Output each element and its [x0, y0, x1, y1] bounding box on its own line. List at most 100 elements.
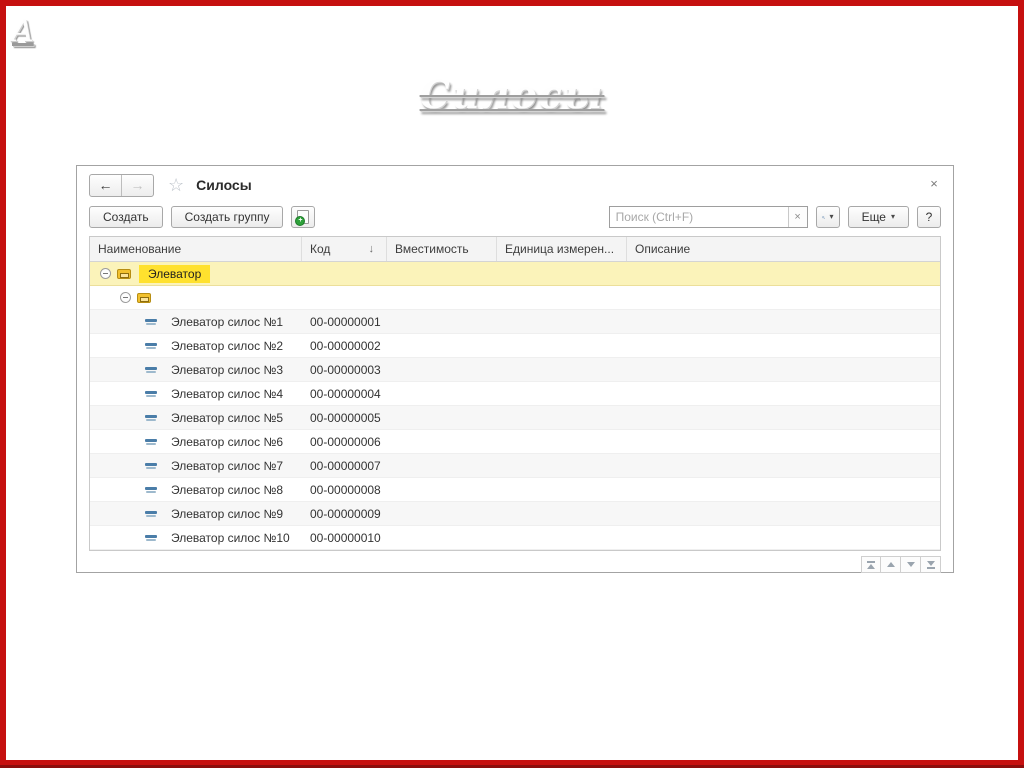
table-row[interactable]: Элеватор силос №2 00-00000002: [90, 334, 940, 358]
window-titlebar: ← → ☆ Силосы ×: [77, 166, 953, 204]
window-title: Силосы: [196, 177, 252, 193]
favorite-star-icon[interactable]: ☆: [168, 176, 184, 194]
list-footer: [77, 551, 953, 573]
create-button[interactable]: Создать: [89, 206, 163, 228]
catalog-item-icon: [145, 438, 157, 446]
name-cell: Элеватор силос №5: [90, 406, 302, 429]
description-cell: [627, 526, 940, 549]
close-icon: ×: [930, 175, 938, 191]
slide-title: Силосы: [419, 72, 605, 117]
catalog-item-icon: [145, 318, 157, 326]
go-to-last-button[interactable]: [921, 556, 941, 573]
description-cell: [627, 310, 940, 333]
code-cell: 00-00000005: [310, 410, 381, 425]
forward-button[interactable]: →: [121, 174, 153, 196]
table-row[interactable]: [90, 286, 940, 310]
table-row[interactable]: Элеватор силос №8 00-00000008: [90, 478, 940, 502]
name-cell: Элеватор силос №8: [90, 478, 302, 501]
name-cell: Элеватор силос №10: [90, 526, 302, 549]
table-row[interactable]: Элеватор силос №6 00-00000006: [90, 430, 940, 454]
unit-cell: [497, 334, 627, 357]
column-header-1[interactable]: Наименование: [90, 237, 302, 261]
triangle-up-icon: [867, 563, 875, 569]
copy-plus-badge: +: [295, 216, 306, 226]
capacity-cell: [387, 430, 497, 453]
capacity-cell: [387, 478, 497, 501]
description-cell: [627, 478, 940, 501]
name-cell: Элеватор силос №6: [90, 430, 302, 453]
tree-collapse-icon[interactable]: [100, 268, 111, 279]
catalog-item-icon: [145, 342, 157, 350]
description-cell: [627, 454, 940, 477]
item-name: Элеватор силос №10: [171, 530, 290, 545]
table-row[interactable]: Элеватор силос №3 00-00000003: [90, 358, 940, 382]
catalog-item-icon: [145, 486, 157, 494]
list-toolbar: Создать Создать группу + × ▾: [77, 204, 953, 236]
name-cell: Элеватор силос №9: [90, 502, 302, 525]
create-group-button[interactable]: Создать группу: [170, 206, 284, 228]
table-row[interactable]: Элеватор силос №1 00-00000001: [90, 310, 940, 334]
table-header-row: Наименование Код ↓ Вместимость Единица измер…: [90, 237, 940, 262]
column-header-2[interactable]: Код ↓: [302, 237, 387, 261]
catalog-item-icon: [145, 534, 157, 542]
item-name: Элеватор силос №2: [171, 338, 283, 353]
unit-cell: [497, 286, 627, 309]
code-cell: 00-00000007: [310, 458, 381, 473]
item-name: Элеватор силос №9: [171, 506, 283, 521]
capacity-cell: [387, 406, 497, 429]
unit-cell: [497, 454, 627, 477]
code-cell: 00-00000003: [310, 362, 381, 377]
code-cell: 00-00000001: [310, 314, 381, 329]
description-cell: [627, 358, 940, 381]
more-button[interactable]: Еще ▾: [847, 206, 909, 228]
chevron-down-icon: ▾: [890, 212, 895, 221]
capacity-cell: [387, 526, 497, 549]
help-button[interactable]: ?: [917, 206, 941, 228]
close-button[interactable]: ×: [925, 174, 943, 192]
unit-cell: [497, 406, 627, 429]
name-cell: Элеватор силос №7: [90, 454, 302, 477]
column-header-4[interactable]: Единица измерен...: [497, 237, 627, 261]
name-cell: Элеватор силос №2: [90, 334, 302, 357]
slide-corner-letter: A: [12, 14, 34, 49]
table-row[interactable]: Элеватор силос №4 00-00000004: [90, 382, 940, 406]
tree-collapse-icon[interactable]: [120, 292, 131, 303]
app-window: ← → ☆ Силосы × Создать Создать группу +: [76, 165, 954, 573]
table-row[interactable]: Элеватор: [90, 262, 940, 286]
description-cell: [627, 334, 940, 357]
table-row[interactable]: Элеватор силос №10 00-00000010: [90, 526, 940, 550]
search-input[interactable]: [609, 208, 788, 226]
group-folder-icon: [137, 292, 151, 303]
triangle-down-icon: [906, 562, 915, 567]
move-down-button[interactable]: [901, 556, 921, 573]
table-row[interactable]: Элеватор силос №5 00-00000005: [90, 406, 940, 430]
move-up-button[interactable]: [881, 556, 901, 573]
column-header-5[interactable]: Описание: [627, 237, 940, 261]
capacity-cell: [387, 502, 497, 525]
go-to-first-button[interactable]: [861, 556, 881, 573]
code-cell: 00-00000009: [310, 506, 381, 521]
catalog-item-icon: [145, 366, 157, 374]
unit-cell: [497, 526, 627, 549]
bar-icon: [867, 560, 875, 563]
search-clear-button[interactable]: ×: [787, 207, 807, 227]
back-button[interactable]: ←: [90, 175, 121, 196]
description-cell: [627, 502, 940, 525]
group-name: Элеватор: [139, 264, 211, 283]
table-row[interactable]: Элеватор силос №9 00-00000009: [90, 502, 940, 526]
column-header-3[interactable]: Вместимость: [387, 237, 497, 261]
create-by-copy-button[interactable]: +: [291, 206, 316, 228]
description-cell: [627, 286, 940, 309]
table-row[interactable]: Элеватор силос №7 00-00000007: [90, 454, 940, 478]
search-options-button[interactable]: ▾: [815, 206, 840, 228]
unit-cell: [497, 502, 627, 525]
unit-cell: [497, 430, 627, 453]
item-name: Элеватор силос №1: [171, 314, 283, 329]
sort-descending-icon: ↓: [368, 243, 375, 255]
description-cell: [627, 430, 940, 453]
name-cell: Элеватор силос №1: [90, 310, 302, 333]
